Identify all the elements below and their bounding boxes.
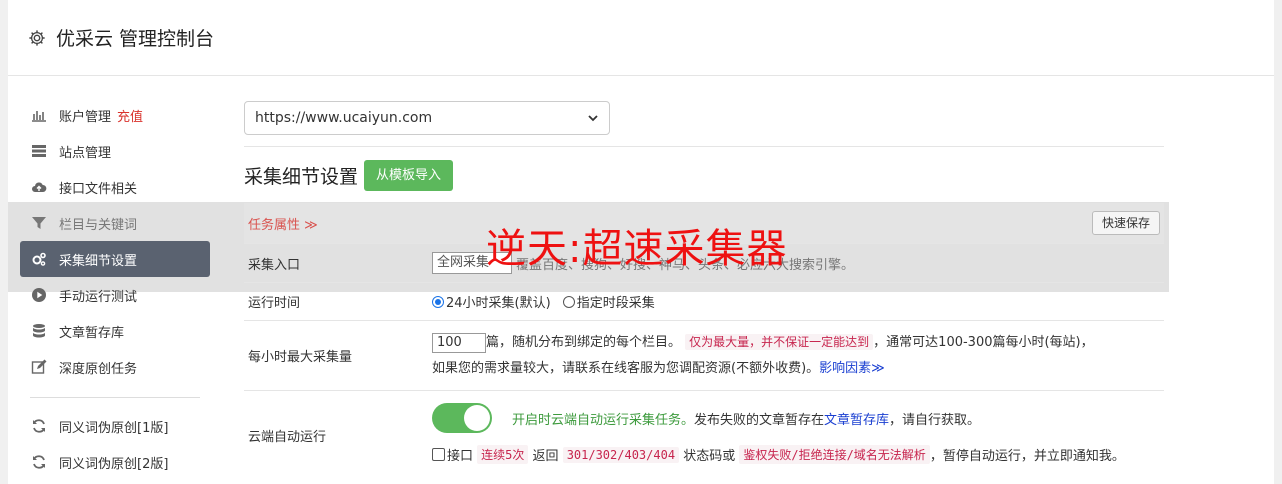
header: 优采云 管理控制台 <box>8 0 1274 76</box>
sidebar-item-label: 文章暂存库 <box>59 325 125 341</box>
cloud-text-2: ，请自行获取。 <box>889 412 981 428</box>
iface-label[interactable]: 接口 <box>447 445 473 464</box>
gear-icon <box>28 29 46 47</box>
iface-text-status: 状态码或 <box>683 449 736 464</box>
section-header: 采集细节设置 从模板导入 <box>244 160 1164 191</box>
radio-24h[interactable] <box>432 295 444 308</box>
tab-task-properties[interactable]: 任务属性 ≫ <box>248 214 318 233</box>
sidebar-item-account[interactable]: 账户管理 充值 <box>20 97 210 133</box>
radio-scheduled[interactable] <box>562 295 575 308</box>
radio-24h-label[interactable]: 24小时采集(默认) <box>446 292 551 311</box>
max-per-hour-input[interactable]: 100 <box>432 332 486 353</box>
row-value: 100 篇，随机分布到绑定的每个栏目。 仅为最大量，并不保证一定能达到 ，通常可达1… <box>432 321 1164 390</box>
iface-text-return: 返回 <box>532 449 559 464</box>
server-icon <box>30 143 48 159</box>
radio-scheduled-label[interactable]: 指定时段采集 <box>577 292 655 311</box>
row-cloud-auto-run: 云端自动运行 开启时云端自动运行采集任务。 发布失败的文章暂存在 文章暂存库 ，… <box>244 390 1164 480</box>
sidebar-item-columns[interactable]: 栏目与关键词 <box>20 205 210 241</box>
row-run-time: 运行时间 24小时采集(默认) 指定时段采集 <box>244 282 1164 320</box>
row-value: 开启时云端自动运行采集任务。 发布失败的文章暂存在 文章暂存库 ，请自行获取。 … <box>432 391 1164 480</box>
max-text-2: ，通常可达100-300篇每小时(每站)， <box>873 335 1094 350</box>
sidebar-item-label: 接口文件相关 <box>59 181 138 197</box>
max-text-1: 篇，随机分布到绑定的每个栏目。 <box>486 335 682 350</box>
sidebar-item-manual-run[interactable]: 手动运行测试 <box>20 277 210 313</box>
divider <box>244 146 1164 147</box>
row-value: 24小时采集(默认) 指定时段采集 <box>432 283 1164 320</box>
max-note-code: 仅为最大量，并不保证一定能达到 <box>685 334 874 350</box>
sidebar-item-label: 采集细节设置 <box>59 253 138 269</box>
database-icon <box>30 323 48 339</box>
bar-chart-icon <box>30 107 48 123</box>
code-5-times: 连续5次 <box>477 445 529 464</box>
sidebar-item-label: 同义词伪原创[2版] <box>59 456 169 472</box>
sidebar-item-label: 站点管理 <box>59 145 112 161</box>
cogs-icon <box>30 251 48 267</box>
max-text-3: 如果您的需求量较大，请联系在线客服为您调配资源(不额外收费)。 <box>432 361 820 376</box>
cloud-run-toggle[interactable] <box>432 403 492 433</box>
sidebar-divider <box>30 397 200 398</box>
code-status: 301/302/403/404 <box>562 446 680 463</box>
sidebar-item-deep-original[interactable]: 深度原创任务 <box>20 349 210 385</box>
sidebar-item-collect-settings[interactable]: 采集细节设置 <box>20 241 210 277</box>
sidebar-item-label: 同义词伪原创[1版] <box>59 420 169 436</box>
article-store-link[interactable]: 文章暂存库 <box>824 409 889 428</box>
row-label: 采集入口 <box>248 257 301 273</box>
quick-save-button[interactable]: 快速保存 <box>1091 211 1160 235</box>
sidebar-item-label: 手动运行测试 <box>59 289 138 305</box>
import-template-button[interactable]: 从模板导入 <box>364 160 454 191</box>
main-content: https://www.ucaiyun.com 采集细节设置 从模板导入 <box>244 101 1164 191</box>
sidebar-item-synonym-v1[interactable]: 同义词伪原创[1版] <box>20 408 210 444</box>
row-label: 云端自动运行 <box>248 430 327 445</box>
code-errors: 鉴权失败/拒绝连接/域名无法解析 <box>739 445 930 464</box>
row-max-per-hour: 每小时最大采集量 100 篇，随机分布到绑定的每个栏目。 仅为最大量，并不保证一定… <box>244 320 1164 390</box>
row-label: 每小时最大采集量 <box>248 350 353 365</box>
sidebar-item-label: 深度原创任务 <box>59 361 138 377</box>
recharge-link[interactable]: 充值 <box>117 106 143 125</box>
refresh-icon <box>30 418 48 434</box>
watermark-text: 逆天:超速采集器 <box>486 226 788 272</box>
iface-text-end: ，暂停自动运行，并立即通知我。 <box>929 449 1125 464</box>
factors-link[interactable]: 影响因素≫ <box>819 361 885 376</box>
cloud-upload-icon <box>30 179 48 195</box>
sidebar: 账户管理 充值 站点管理 接口文件相关 栏目与关键词 采集细节设置 手动运行测试… <box>20 97 210 480</box>
sidebar-item-interface[interactable]: 接口文件相关 <box>20 169 210 205</box>
row-label: 运行时间 <box>248 296 301 311</box>
cloud-green-text: 开启时云端自动运行采集任务。 <box>512 412 695 428</box>
cloud-text-1: 发布失败的文章暂存在 <box>694 412 825 428</box>
sidebar-item-label: 栏目与关键词 <box>59 217 138 233</box>
site-select-value: https://www.ucaiyun.com <box>255 110 433 126</box>
page-title: 优采云 管理控制台 <box>56 28 215 50</box>
section-title: 采集细节设置 <box>244 166 359 188</box>
sidebar-item-article-store[interactable]: 文章暂存库 <box>20 313 210 349</box>
site-select[interactable]: https://www.ucaiyun.com <box>244 101 610 135</box>
sidebar-item-synonym-v2[interactable]: 同义词伪原创[2版] <box>20 444 210 480</box>
play-circle-icon <box>30 287 48 303</box>
chevron-down-icon <box>587 112 599 124</box>
sidebar-item-sites[interactable]: 站点管理 <box>20 133 210 169</box>
toggle-knob <box>464 405 490 431</box>
filter-icon <box>30 215 48 231</box>
refresh-icon <box>30 454 48 470</box>
sidebar-item-label: 账户管理 <box>59 109 112 125</box>
edit-icon <box>30 359 48 375</box>
interface-checkbox[interactable] <box>432 448 445 461</box>
